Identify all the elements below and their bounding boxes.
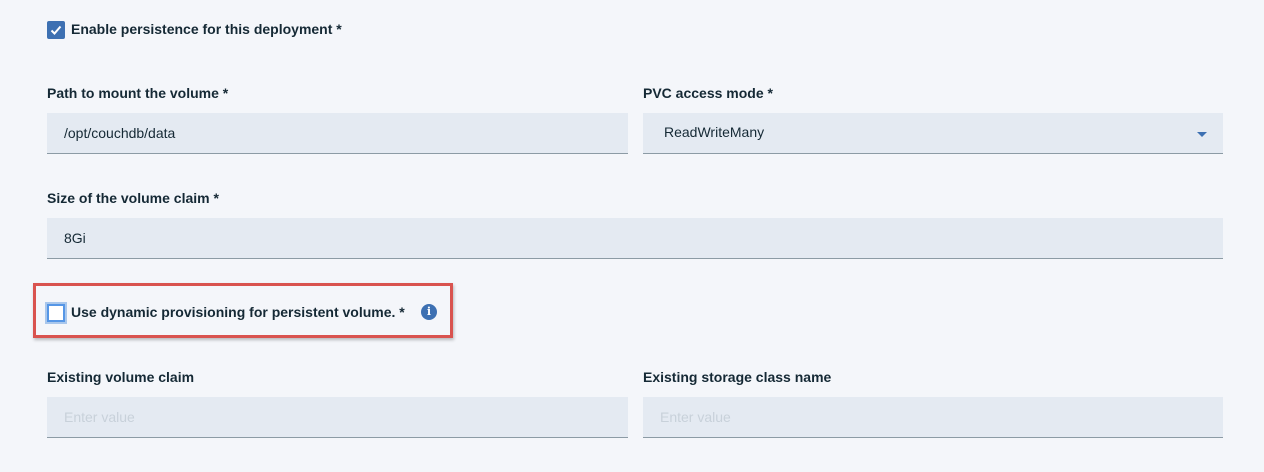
access-mode-select[interactable]: ReadWriteMany (643, 113, 1223, 154)
chevron-down-icon (1197, 132, 1207, 137)
existing-claim-label: Existing volume claim (47, 369, 195, 385)
dynamic-provisioning-label: Use dynamic provisioning for persistent … (71, 304, 405, 320)
existing-claim-input[interactable] (47, 397, 628, 438)
claim-size-label: Size of the volume claim * (47, 190, 219, 206)
mount-path-input[interactable] (47, 113, 628, 154)
info-icon[interactable]: i (421, 304, 437, 320)
access-mode-label: PVC access mode * (643, 85, 773, 101)
enable-persistence-checkbox[interactable] (47, 21, 65, 39)
claim-size-input[interactable] (47, 218, 1223, 259)
dynamic-provisioning-checkbox[interactable] (47, 304, 65, 322)
checkmark-icon (50, 25, 62, 35)
existing-storage-class-label: Existing storage class name (643, 369, 832, 385)
access-mode-value: ReadWriteMany (664, 124, 765, 140)
enable-persistence-label: Enable persistence for this deployment * (71, 21, 342, 37)
existing-storage-class-input[interactable] (643, 397, 1223, 438)
mount-path-label: Path to mount the volume * (47, 85, 229, 101)
